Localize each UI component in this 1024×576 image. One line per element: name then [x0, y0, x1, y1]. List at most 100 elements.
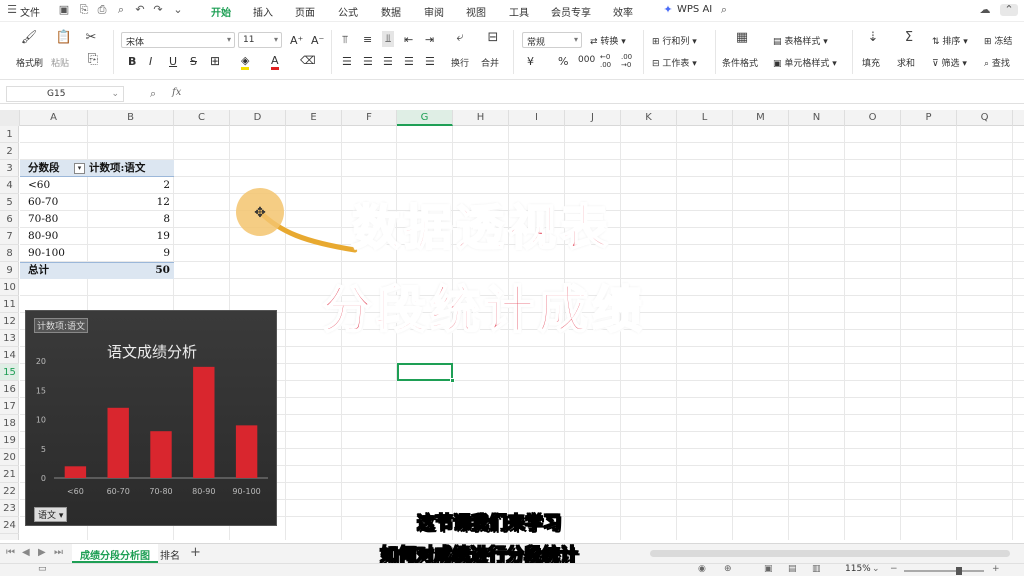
align-bottom-icon[interactable]: ⫫ [382, 31, 395, 47]
chart-bar[interactable] [64, 466, 87, 478]
row-header[interactable]: 17 [0, 398, 19, 415]
column-header[interactable]: Q [957, 110, 1013, 126]
tab-tools[interactable]: 工具 [509, 4, 529, 19]
bold-icon[interactable]: B [128, 55, 136, 68]
pivot-row-label[interactable]: <60 [25, 177, 53, 194]
active-cell-selection[interactable] [397, 363, 455, 383]
pivot-filter-dropdown-icon[interactable]: ▾ [74, 163, 85, 174]
row-col-button[interactable]: ⊞ 行和列 ▾ [652, 34, 697, 47]
wrap-text-label[interactable]: 换行 [451, 56, 469, 69]
column-header[interactable]: B [88, 110, 174, 126]
zoom-slider-thumb[interactable] [956, 567, 962, 575]
sum-icon[interactable]: Σ [900, 30, 918, 45]
row-header[interactable]: 22 [0, 483, 19, 500]
page-layout-icon[interactable]: ▤ [788, 564, 797, 574]
column-header[interactable]: F [342, 110, 397, 126]
tab-insert[interactable]: 插入 [253, 4, 273, 19]
row-header[interactable]: 19 [0, 432, 19, 449]
undo-icon[interactable]: ↶ [134, 4, 146, 16]
row-header[interactable]: 7 [0, 228, 19, 245]
row-header[interactable]: 23 [0, 500, 19, 517]
first-sheet-icon[interactable]: ⏮ [6, 547, 15, 558]
column-header[interactable]: C [174, 110, 230, 126]
pivot-row-label[interactable]: 80-90 [25, 228, 61, 245]
next-sheet-icon[interactable]: ▶ [38, 547, 46, 558]
sheet-tab[interactable]: 排名 [156, 544, 184, 563]
column-header[interactable]: D [230, 110, 286, 126]
pivot-row-value[interactable]: 12 [108, 194, 173, 211]
add-sheet-button[interactable]: + [190, 545, 201, 560]
fill-handle[interactable] [450, 378, 455, 383]
copy-icon[interactable]: ⎘ [84, 52, 102, 67]
pivot-row-label[interactable]: 70-80 [25, 211, 61, 228]
clear-format-icon[interactable]: ⌫ [300, 54, 316, 67]
increase-indent-icon[interactable]: ⇥ [425, 33, 434, 46]
row-header[interactable]: 21 [0, 466, 19, 483]
fill-color-icon[interactable]: ◈ [241, 54, 250, 70]
increase-font-icon[interactable]: A⁺ [290, 34, 303, 47]
increase-decimal-icon[interactable]: ←0.00 [600, 53, 611, 69]
decrease-decimal-icon[interactable]: .00 →0 [621, 53, 632, 69]
chart-field-tag[interactable]: 计数项:语文 [34, 318, 89, 333]
column-header[interactable]: I [509, 110, 565, 126]
row-header[interactable]: 12 [0, 313, 19, 330]
filter-button[interactable]: ⊽ 筛选 ▾ [932, 56, 967, 69]
row-header[interactable]: 18 [0, 415, 19, 432]
pivot-row-value[interactable]: 2 [108, 177, 173, 194]
row-header[interactable]: 24 [0, 517, 19, 534]
hamburger-icon[interactable]: ☰ [6, 4, 18, 16]
column-header[interactable]: O [845, 110, 901, 126]
column-header-active[interactable]: G [397, 110, 453, 126]
column-header[interactable]: J [565, 110, 621, 126]
merge-label[interactable]: 合并 [481, 56, 499, 69]
search-icon[interactable]: ⌕ [718, 4, 730, 16]
tab-view[interactable]: 视图 [466, 4, 486, 19]
page-break-icon[interactable]: ▥ [812, 564, 821, 574]
row-header[interactable]: 16 [0, 381, 19, 398]
row-header-active[interactable]: 15 [0, 364, 19, 381]
convert-button[interactable]: ⇄ 转换 ▾ [590, 34, 626, 47]
justify-icon[interactable]: ☰ [404, 55, 414, 68]
row-header[interactable]: 1 [0, 126, 19, 143]
zoom-slider[interactable] [904, 567, 984, 575]
column-header[interactable]: E [286, 110, 342, 126]
tab-efficiency[interactable]: 效率 [613, 4, 633, 19]
chart-filter-button[interactable]: 语文 ▾ [34, 507, 68, 522]
status-doc-icon[interactable]: ▭ [38, 564, 47, 574]
pivot-header-value-label[interactable]: 计数项:语文 [86, 160, 148, 177]
prev-sheet-icon[interactable]: ◀ [22, 547, 30, 558]
row-header[interactable]: 2 [0, 143, 19, 160]
last-sheet-icon[interactable]: ⏭ [54, 547, 63, 558]
align-right-icon[interactable]: ☰ [383, 55, 393, 68]
tab-formula[interactable]: 公式 [338, 4, 358, 19]
distribute-icon[interactable]: ☰ [425, 55, 435, 68]
thousands-icon[interactable]: 000 [578, 55, 595, 65]
table-style-button[interactable]: ▤ 表格样式 ▾ [773, 34, 828, 47]
fill-icon[interactable]: ⇣ [864, 30, 882, 45]
pivot-total-value[interactable]: 50 [108, 262, 173, 279]
column-header[interactable]: M [733, 110, 789, 126]
pivot-row-label[interactable]: 90-100 [25, 245, 68, 262]
column-header[interactable]: L [677, 110, 733, 126]
format-painter-label[interactable]: 格式刷 [16, 56, 43, 69]
pivot-row-label[interactable]: 60-70 [25, 194, 61, 211]
pivot-chart[interactable]: 计数项:语文 语文成绩分析 0 5 10 15 20 <60 60-70 70-80 80-90… [25, 310, 277, 526]
font-color-icon[interactable]: A [271, 54, 279, 70]
decrease-indent-icon[interactable]: ⇤ [404, 33, 413, 46]
pivot-row-value[interactable]: 9 [108, 245, 173, 262]
column-header[interactable]: K [621, 110, 677, 126]
save-icon[interactable]: ▣ [58, 4, 70, 16]
align-middle-icon[interactable]: ≡ [363, 33, 372, 46]
chart-bar[interactable] [150, 431, 172, 478]
pivot-row-value[interactable]: 8 [108, 211, 173, 228]
normal-view-icon[interactable]: ▣ [764, 564, 773, 574]
column-header[interactable]: A [20, 110, 88, 126]
formula-input[interactable] [192, 86, 1018, 102]
fill-label[interactable]: 填充 [862, 56, 880, 69]
format-painter-icon[interactable]: 🖌 [20, 30, 38, 45]
sheet-tab-active[interactable]: 成绩分段分析图 [72, 544, 158, 563]
menu-file[interactable]: 文件 [20, 4, 40, 19]
font-size-select[interactable]: 11 ▾ [238, 32, 282, 48]
border-icon[interactable]: ⊞ [210, 54, 220, 68]
align-left-icon[interactable]: ☰ [342, 55, 352, 68]
